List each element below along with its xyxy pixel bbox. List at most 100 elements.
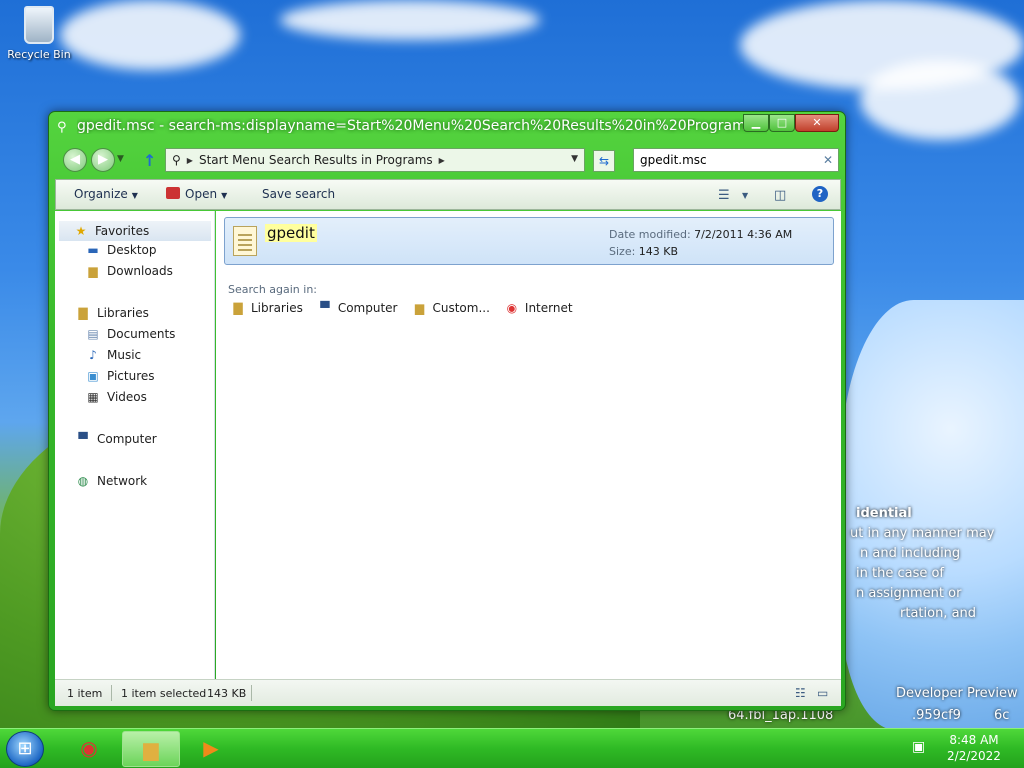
up-arrow-icon[interactable]: ↑	[143, 151, 156, 170]
search-again-custom[interactable]: ▆ Custom...	[411, 301, 490, 315]
view-dropdown-icon[interactable]: ▼	[742, 191, 748, 200]
refresh-button[interactable]: ⇆	[593, 150, 615, 172]
search-again-list: ▇ Libraries ▀ Computer ▆ Custom... ◉ Int…	[230, 301, 573, 315]
music-icon: ♪	[89, 348, 97, 362]
videos-icon: ▦	[87, 390, 99, 404]
search-again-label-item: Libraries	[251, 301, 303, 315]
documents-icon: ▤	[87, 327, 99, 341]
wallpaper-cloud	[60, 0, 240, 70]
selected-size: 143 KB	[207, 687, 247, 700]
start-button[interactable]: ⊞	[6, 731, 44, 767]
details-view-icon[interactable]: ☷	[795, 686, 806, 700]
wallpaper-text: n and including	[860, 546, 961, 561]
nav-documents[interactable]: ▤ Documents	[85, 327, 175, 341]
open-app-icon	[166, 187, 180, 199]
result-name: gpedit	[265, 224, 317, 242]
downloads-folder-icon: ▆	[88, 264, 98, 278]
back-button[interactable]: ◀	[63, 148, 87, 172]
wallpaper-text: ut in any manner may	[850, 526, 995, 541]
nav-computer[interactable]: ▀ Computer	[75, 432, 156, 446]
date-label: Date modified:	[609, 228, 691, 241]
taskbar: ⊞ ◉ ▆ ▶ ▣ 8:48 AM 2/2/2022	[0, 728, 1024, 768]
address-bar[interactable]: ⚲ ▶ Start Menu Search Results in Program…	[165, 148, 585, 172]
libraries-icon: ▇	[233, 301, 243, 315]
desktop-icon: ▬	[87, 243, 99, 257]
title-bar[interactable]: ⚲ gpedit.msc - search-ms:displayname=Sta…	[49, 112, 845, 142]
clock[interactable]: 8:48 AM 2/2/2022	[934, 732, 1014, 764]
status-separator	[111, 685, 112, 701]
size-label: Size:	[609, 245, 636, 258]
help-icon[interactable]: ?	[812, 186, 828, 202]
search-result-item[interactable]: gpedit Date modified: 7/2/2011 4:36 AM S…	[224, 217, 834, 265]
open-label: Open	[185, 187, 218, 201]
media-player-taskbar-button[interactable]: ▶	[182, 731, 240, 767]
network-icon: ◍	[77, 474, 89, 488]
nav-videos-label: Videos	[107, 390, 147, 404]
folder-icon: ▆	[143, 737, 159, 761]
computer-icon: ▀	[78, 432, 88, 446]
minimize-button[interactable]: ▁	[743, 114, 769, 132]
close-button[interactable]: ✕	[795, 114, 839, 132]
address-dropdown-icon[interactable]: ▼	[571, 154, 578, 164]
nav-pictures[interactable]: ▣ Pictures	[85, 369, 155, 383]
custom-folder-icon: ▆	[414, 301, 425, 315]
wallpaper-text: .959cf9	[912, 708, 961, 723]
large-icons-view-icon[interactable]: ▭	[817, 686, 828, 700]
nav-favorites-label: Favorites	[95, 224, 150, 238]
nav-network[interactable]: ◍ Network	[75, 474, 147, 488]
wallpaper-text: idential	[856, 506, 912, 521]
network-tray-icon[interactable]: ▣	[912, 739, 925, 755]
nav-desktop[interactable]: ▬ Desktop	[85, 243, 157, 257]
search-again-libraries[interactable]: ▇ Libraries	[230, 301, 303, 315]
result-size: Size: 143 KB	[609, 245, 678, 258]
chrome-taskbar-button[interactable]: ◉	[60, 731, 118, 767]
recent-pages-dropdown-icon[interactable]: ▼	[117, 154, 124, 164]
clear-search-icon[interactable]: ✕	[823, 153, 833, 167]
forward-button[interactable]: ▶	[91, 148, 115, 172]
nav-libraries[interactable]: ▇ Libraries	[75, 306, 148, 320]
wallpaper-cloud	[280, 0, 540, 40]
explorer-window: ⚲ gpedit.msc - search-ms:displayname=Sta…	[48, 111, 846, 711]
organize-label: Organize	[74, 187, 128, 201]
organize-button[interactable]: Organize ▼	[74, 187, 138, 201]
address-crumb[interactable]: Start Menu Search Results in Programs	[199, 153, 433, 167]
content-pane: gpedit Date modified: 7/2/2011 4:36 AM S…	[216, 211, 841, 679]
status-separator	[251, 685, 252, 701]
maximize-button[interactable]: □	[769, 114, 795, 132]
open-button[interactable]: Open ▼	[166, 187, 227, 201]
search-icon: ⚲	[172, 153, 181, 167]
wallpaper-cloud	[860, 60, 1020, 140]
date-value: 7/2/2011 4:36 AM	[694, 228, 793, 241]
nav-pictures-label: Pictures	[107, 369, 155, 383]
explorer-taskbar-button[interactable]: ▆	[122, 731, 180, 767]
chevron-right-icon[interactable]: ▶	[187, 156, 193, 165]
star-icon: ★	[75, 224, 87, 238]
document-icon	[233, 226, 257, 256]
result-date: Date modified: 7/2/2011 4:36 AM	[609, 228, 792, 241]
search-again-computer[interactable]: ▀ Computer	[317, 301, 397, 315]
chevron-right-icon[interactable]: ▶	[439, 156, 445, 165]
size-value: 143 KB	[638, 245, 679, 258]
wallpaper-text: rtation, and	[900, 606, 977, 621]
nav-music[interactable]: ♪ Music	[85, 348, 141, 362]
selected-count: 1 item selected	[121, 687, 207, 700]
wallpaper-text: n assignment or	[856, 586, 962, 601]
recycle-bin-icon	[24, 6, 54, 44]
search-input[interactable]	[633, 148, 839, 172]
nav-downloads[interactable]: ▆ Downloads	[85, 264, 173, 278]
search-again-internet[interactable]: ◉ Internet	[504, 301, 573, 315]
nav-favorites[interactable]: ★ Favorites	[59, 221, 211, 241]
chrome-icon: ◉	[506, 301, 518, 315]
media-player-icon: ▶	[203, 736, 219, 760]
nav-videos[interactable]: ▦ Videos	[85, 390, 147, 404]
item-count: 1 item	[67, 687, 103, 700]
navigation-pane: ★ Favorites ▬ Desktop ▆ Downloads ▇ Libr…	[55, 211, 215, 679]
save-search-button[interactable]: Save search	[262, 187, 335, 201]
change-view-icon[interactable]: ☰	[718, 188, 730, 203]
caret-down-icon: ▼	[221, 191, 228, 200]
search-again-label: Search again in:	[228, 283, 318, 296]
wallpaper-text: in the case of	[856, 566, 944, 581]
preview-pane-icon[interactable]: ◫	[774, 188, 786, 203]
nav-desktop-label: Desktop	[107, 243, 157, 257]
recycle-bin-shortcut[interactable]: Recycle Bin	[6, 6, 72, 61]
